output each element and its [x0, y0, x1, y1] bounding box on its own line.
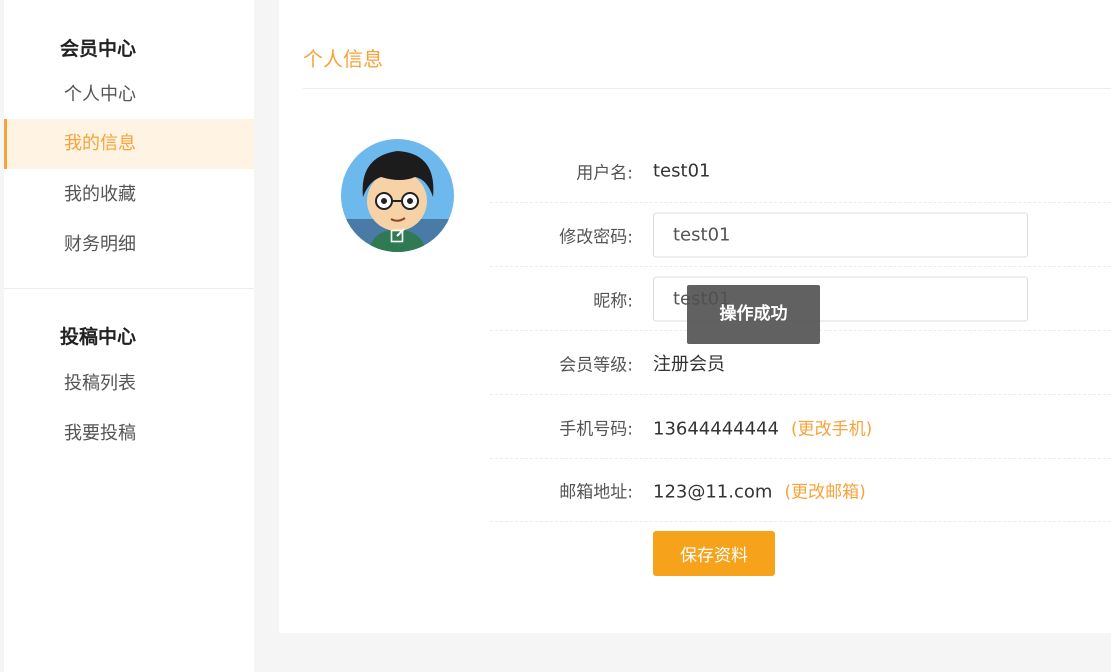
email-value: 123@11.com [653, 481, 773, 502]
sidebar-item-submission-list[interactable]: 投稿列表 [4, 359, 254, 409]
username-label: 用户名: [576, 163, 633, 183]
email-label: 邮箱地址: [559, 482, 633, 502]
username-row: 用户名: test01 [490, 139, 1111, 203]
level-value: 注册会员 [653, 353, 725, 375]
sidebar-item-submit[interactable]: 我要投稿 [4, 409, 254, 459]
change-phone-link[interactable]: (更改手机) [791, 419, 872, 439]
phone-value-wrap: 13644444444 (更改手机) [653, 414, 872, 439]
change-email-link[interactable]: (更改邮箱) [784, 482, 865, 502]
success-toast: 操作成功 [687, 285, 820, 344]
sidebar-divider [4, 288, 254, 289]
save-button[interactable]: 保存资料 [653, 531, 775, 576]
email-value-wrap: 123@11.com (更改邮箱) [653, 477, 866, 502]
member-center-title: 会员中心 [60, 38, 137, 60]
password-row: 修改密码: [490, 203, 1111, 267]
sidebar-item-finance-details[interactable]: 财务明细 [4, 220, 254, 270]
email-row: 邮箱地址: 123@11.com (更改邮箱) [490, 458, 1111, 522]
sidebar-item-my-info[interactable]: 我的信息 [4, 119, 254, 169]
phone-row: 手机号码: 13644444444 (更改手机) [490, 395, 1111, 459]
title-divider [303, 88, 1111, 89]
sidebar-item-my-favorites[interactable]: 我的收藏 [4, 170, 254, 220]
nickname-label: 昵称: [593, 291, 633, 311]
phone-value: 13644444444 [653, 418, 779, 439]
sidebar-item-personal-center[interactable]: 个人中心 [4, 70, 254, 120]
avatar[interactable] [341, 139, 454, 252]
password-field[interactable] [653, 212, 1028, 257]
edit-icon[interactable] [390, 227, 406, 243]
password-label: 修改密码: [559, 227, 633, 247]
level-label: 会员等级: [559, 355, 633, 375]
username-value: test01 [653, 160, 711, 181]
phone-label: 手机号码: [559, 419, 633, 439]
sidebar: 会员中心 个人中心 我的信息 我的收藏 财务明细 投稿中心 投稿列表 我要投稿 [4, 0, 254, 672]
page-title: 个人信息 [303, 47, 383, 71]
submission-center-title: 投稿中心 [60, 326, 137, 348]
